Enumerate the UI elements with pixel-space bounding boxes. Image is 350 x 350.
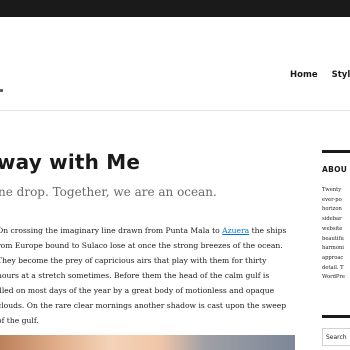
- post-subtitle: ne drop. Together, we are an ocean.: [0, 185, 217, 199]
- azuera-link[interactable]: Azuera: [222, 226, 249, 235]
- widget-line: sidebar: [322, 216, 342, 223]
- content-line: rom Europe bound to Sulaco lose at once …: [0, 241, 283, 250]
- nav-item-home[interactable]: Home: [290, 70, 318, 80]
- nav-item-style[interactable]: Style: [332, 70, 350, 80]
- content-line: illed on most days of the year by a grea…: [0, 286, 275, 295]
- widget-line: approac: [322, 254, 344, 261]
- widget-line: horizon: [322, 206, 342, 213]
- header-divider: [0, 110, 350, 111]
- about-widget-title: ABOU: [322, 165, 348, 174]
- widget-line: harmoni: [322, 245, 344, 252]
- search-input[interactable]: Search: [322, 328, 350, 346]
- widget-line: ever-po: [322, 196, 342, 203]
- widget-line: Twenty: [322, 187, 342, 193]
- content-line: clouds. On the rare clear mornings anoth…: [0, 301, 287, 310]
- sidebar: ABOU Twenty ever-po horizon sidebar webs…: [322, 150, 350, 283]
- about-widget-text: Twenty ever-po horizon sidebar website b…: [322, 186, 350, 283]
- site-logo[interactable]: [0, 89, 3, 92]
- top-bar: [0, 0, 350, 17]
- content-line: hours at a stretch sometimes. Before the…: [0, 271, 270, 280]
- content-line: They become the prey of capricious airs …: [0, 256, 267, 265]
- search-widget-divider: [322, 315, 350, 318]
- content-line: of the gulf.: [0, 316, 39, 325]
- widget-line: beautifu: [322, 235, 344, 242]
- post-title[interactable]: way with Me: [0, 150, 140, 174]
- widget-divider: [322, 150, 350, 153]
- content-line: On crossing the imaginary line drawn fro…: [0, 223, 295, 238]
- post-content: On crossing the imaginary line drawn fro…: [0, 223, 295, 328]
- widget-line: website: [322, 225, 343, 232]
- widget-line: detail. T: [322, 264, 344, 271]
- widget-line: WordPre: [322, 274, 345, 281]
- main-navigation: Home Style: [290, 70, 350, 80]
- content-text: the ships: [249, 226, 287, 235]
- featured-image: [0, 335, 295, 350]
- content-text: On crossing the imaginary line drawn fro…: [0, 226, 223, 235]
